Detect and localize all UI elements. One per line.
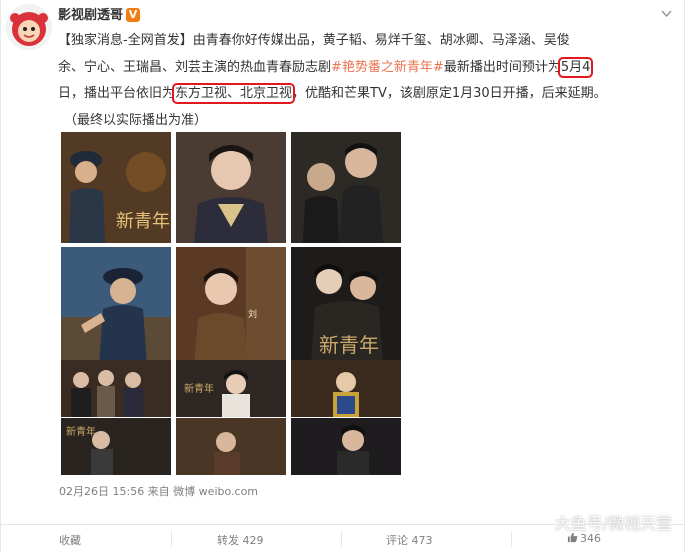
like-count: 346 — [580, 532, 601, 545]
thumbs-up-icon — [567, 532, 578, 543]
action-bar: 收藏 转发 429 评论 473 346 — [1, 524, 685, 553]
post-line-3-end: ，优酷和芒果TV，该剧原定1月30日开播，后来延期。 — [292, 86, 607, 101]
author-avatar[interactable] — [6, 4, 52, 50]
grid-image-6[interactable]: 新青年 — [291, 247, 401, 365]
chevron-down-icon[interactable] — [659, 6, 674, 21]
image-grid: 新青年 刘 新青年 新青年 新青年 — [61, 132, 402, 481]
vip-badge-icon: V — [126, 8, 141, 22]
repost-button[interactable]: 转发 429 — [217, 532, 264, 548]
grid-image-2[interactable] — [176, 132, 286, 243]
post-line-3-start: 日，播出平台依旧为 — [58, 86, 176, 101]
grid-image-1[interactable]: 新青年 — [61, 132, 171, 243]
poster-title-1: 新青年 — [116, 211, 170, 232]
platforms-highlight: 东方卫视、北京卫视 — [172, 83, 296, 104]
post-line-3: 日，播出平台依旧为东方卫视、北京卫视，优酷和芒果TV，该剧原定1月30日开播，后… — [58, 81, 666, 108]
collect-button[interactable]: 收藏 — [59, 532, 81, 548]
post-timestamp[interactable]: 02月26日 15:56 来自 微博 weibo.com — [59, 483, 258, 499]
grid-image-3[interactable] — [291, 132, 401, 243]
divider — [171, 531, 172, 547]
divider — [341, 531, 342, 547]
like-button[interactable]: 346 — [567, 532, 601, 545]
weibo-post-card: 影视剧透哥 V 【独家消息-全网首发】由青春你好传媒出品，黄子韬、易烊千玺、胡冰卿… — [0, 0, 685, 552]
post-line-1: 【独家消息-全网首发】由青春你好传媒出品，黄子韬、易烊千玺、胡冰卿、马泽涵、吴俊 — [58, 33, 570, 48]
poster-title-7: 新青年 — [66, 425, 96, 438]
poster-title-6: 新青年 — [319, 333, 379, 357]
grid-image-4[interactable] — [61, 247, 171, 365]
comment-button[interactable]: 评论 473 — [386, 532, 433, 548]
author-name[interactable]: 影视剧透哥 — [58, 8, 123, 23]
svg-text:刘: 刘 — [248, 308, 257, 320]
grid-image-8[interactable]: 新青年 — [176, 360, 286, 475]
grid-image-5[interactable]: 刘 — [176, 247, 286, 365]
svg-text:新青年: 新青年 — [184, 382, 214, 395]
post-line-2-start: 余、宁心、王瑞昌、刘芸主演的热血青春励志剧 — [58, 59, 332, 75]
author-name-row: 影视剧透哥 V — [58, 4, 141, 23]
post-line-2: 余、宁心、王瑞昌、刘芸主演的热血青春励志剧#艳势番之新青年#最新播出时间预计为5… — [58, 55, 666, 82]
post-text: 【独家消息-全网首发】由青春你好传媒出品，黄子韬、易烊千玺、胡冰卿、马泽涵、吴俊… — [58, 28, 666, 134]
air-date-highlight: 5月4 — [557, 56, 594, 78]
post-line-4: （最终以实际播出为准） — [64, 112, 208, 128]
grid-image-9[interactable] — [291, 360, 401, 475]
divider — [511, 531, 512, 547]
post-line-2-middle: 最新播出时间预计为 — [443, 59, 561, 75]
hashtag-link[interactable]: #艳势番之新青年# — [331, 60, 444, 75]
grid-image-7[interactable]: 新青年 — [61, 360, 171, 475]
